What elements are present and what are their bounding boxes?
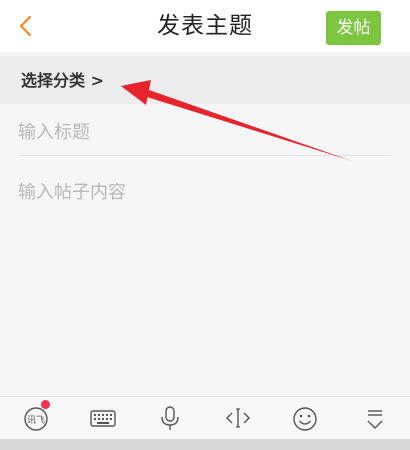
keyboard-icon xyxy=(90,410,116,427)
editor-toolbar: 讯飞 xyxy=(0,396,410,439)
title-input[interactable] xyxy=(18,110,390,154)
body-input[interactable] xyxy=(18,178,390,378)
voice-input-label: 讯飞 xyxy=(27,415,45,426)
microphone-button[interactable] xyxy=(153,402,187,434)
microphone-icon xyxy=(161,406,179,430)
notification-dot xyxy=(41,400,50,409)
cursor-move-icon xyxy=(226,408,250,428)
collapse-toolbar-button[interactable] xyxy=(358,402,392,434)
chevron-left-icon xyxy=(19,15,32,37)
back-button[interactable] xyxy=(8,8,44,44)
publish-button[interactable]: 发帖 xyxy=(326,11,381,45)
bottom-strip xyxy=(0,439,410,450)
divider xyxy=(18,155,391,156)
select-category-label: 选择分类 > xyxy=(21,71,104,90)
keyboard-button[interactable] xyxy=(86,402,120,434)
emoji-icon xyxy=(293,407,317,431)
editor-area xyxy=(0,104,410,396)
collapse-down-icon xyxy=(367,410,383,429)
select-category-bar[interactable]: 选择分类 > xyxy=(0,56,410,104)
cursor-move-button[interactable] xyxy=(221,402,255,434)
header-bar: 发表主题 发帖 xyxy=(0,0,410,52)
emoji-button[interactable] xyxy=(288,402,322,434)
